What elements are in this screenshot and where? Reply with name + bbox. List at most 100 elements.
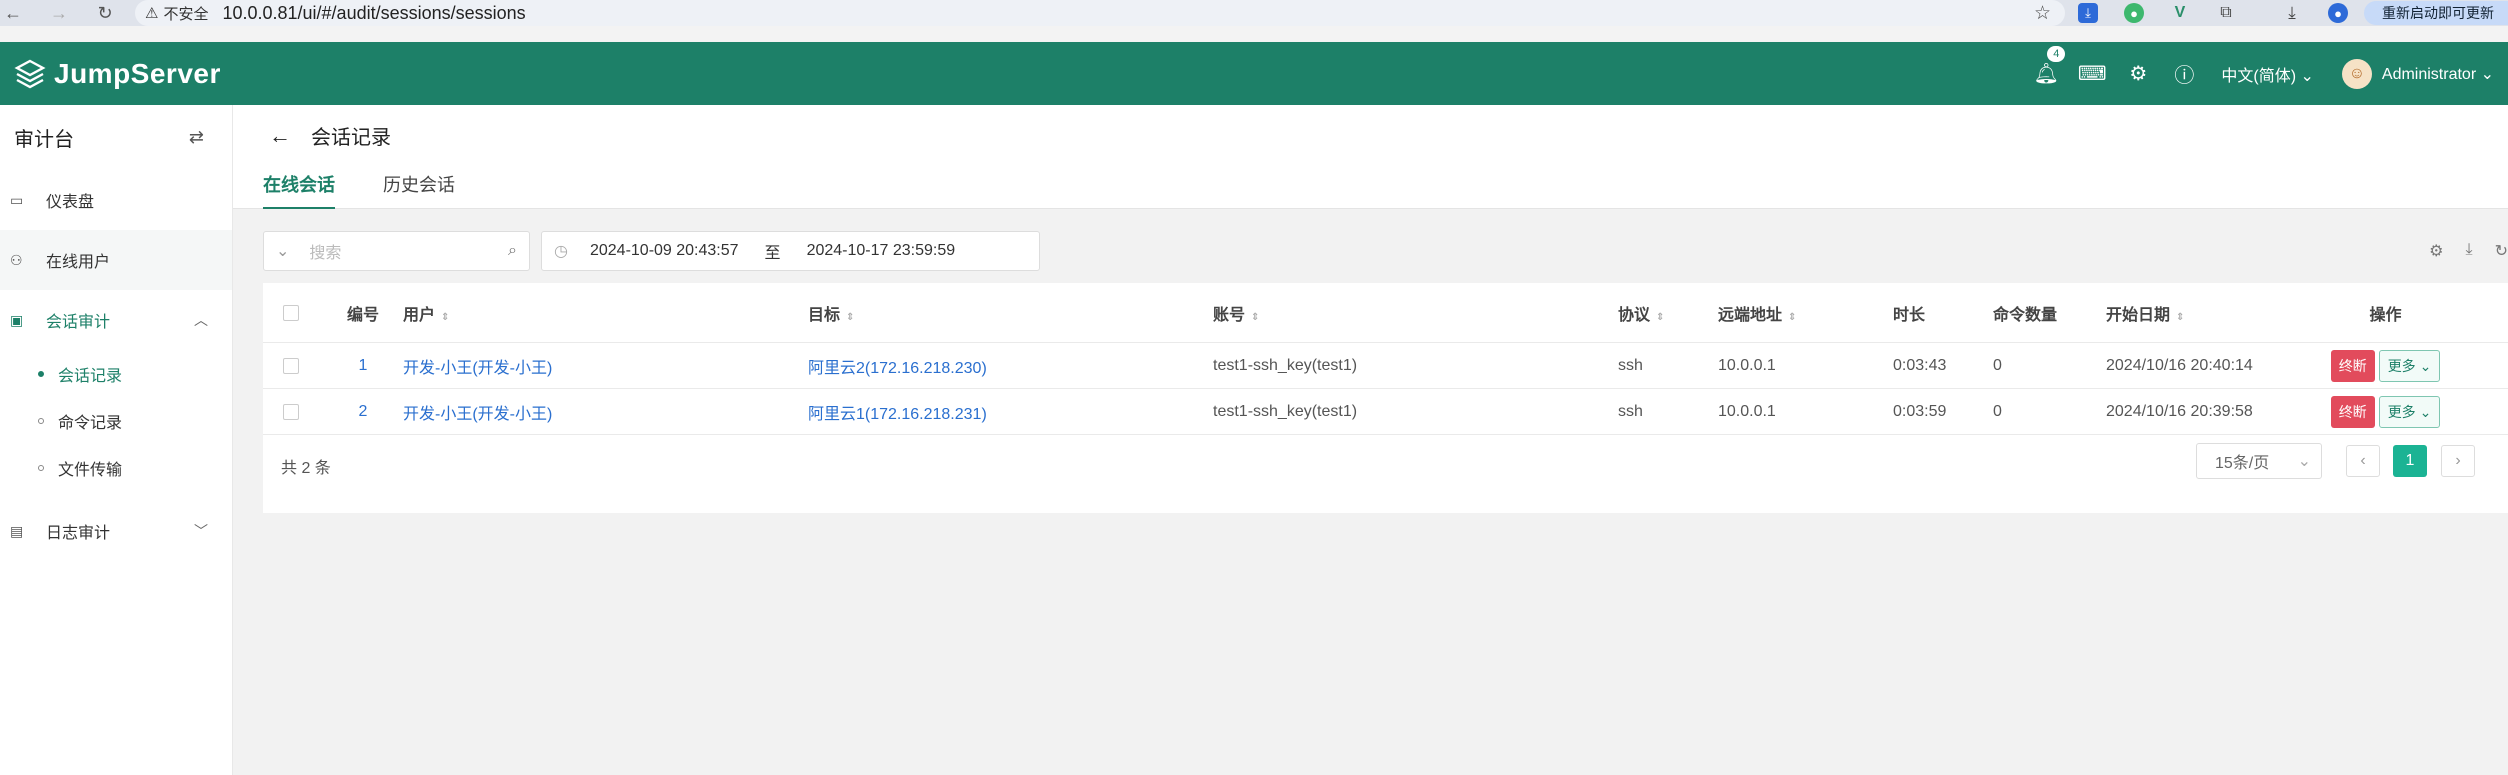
tab-history-sessions[interactable]: 历史会话 [383, 171, 455, 209]
sidebar-item-label: 仪表盘 [46, 194, 95, 211]
reload-icon[interactable]: ↻ [92, 0, 118, 26]
header-user[interactable]: 用户 [403, 307, 435, 324]
extension-green-icon[interactable]: ● [2124, 3, 2144, 23]
back-icon[interactable]: ← [0, 0, 26, 26]
vue-extension-icon[interactable]: V [2170, 3, 2190, 23]
security-indicator[interactable]: ⚠ 不安全 [145, 3, 208, 24]
chevron-down-icon: ﹀ [194, 523, 208, 539]
logo[interactable]: JumpServer [14, 58, 221, 90]
sidebar-item-label: 日志审计 [46, 525, 111, 542]
sort-icon[interactable]: ⇕ [441, 312, 449, 323]
next-page-button[interactable]: › [2441, 445, 2475, 477]
bookmark-star-icon[interactable]: ☆ [2034, 2, 2051, 25]
terminate-button[interactable]: 终断 [2330, 349, 2375, 382]
date-range-picker[interactable]: ◷ 2024-10-09 20:43:57 至 2024-10-17 23:59… [541, 231, 1040, 271]
date-from[interactable]: 2024-10-09 20:43:57 [590, 242, 739, 260]
export-icon[interactable]: ⤓ [2466, 241, 2473, 261]
terminal-icon[interactable]: ⌨ [2069, 42, 2115, 105]
header-account[interactable]: 账号 [1213, 307, 1245, 324]
sidebar-item-online-users[interactable]: ⚇ 在线用户 [0, 230, 232, 290]
row-start: 2024/10/16 20:40:14 [2106, 356, 2253, 374]
notification-badge: 4 [2047, 46, 2066, 62]
more-dropdown[interactable]: 更多 ⌄ [2378, 395, 2441, 428]
page-header: ← 会话记录 在线会话 历史会话 [233, 105, 2508, 209]
sort-icon[interactable]: ⇕ [1251, 312, 1259, 323]
filter-chevron-icon: ⌄ [276, 243, 290, 260]
language-selector[interactable]: 中文(简体) ⌄ [2221, 62, 2314, 86]
settings-icon[interactable]: ⚙ [2429, 241, 2443, 261]
row-user[interactable]: 开发-小王(开发-小王) [403, 400, 808, 424]
header-target[interactable]: 目标 [808, 307, 840, 324]
row-checkbox[interactable] [283, 357, 299, 374]
downloads-icon[interactable]: ⤓ [2282, 3, 2302, 23]
sidebar-item-log-audit[interactable]: ▤ 日志审计 ﹀ [0, 501, 232, 561]
avatar[interactable]: ☺ [2341, 58, 2372, 89]
row-commands: 0 [1993, 402, 2002, 420]
url-text[interactable]: 10.0.0.81/ui/#/audit/sessions/sessions [222, 3, 525, 24]
current-page-button[interactable]: 1 [2393, 445, 2427, 477]
help-icon[interactable]: ⓘ [2161, 42, 2207, 105]
row-user[interactable]: 开发-小王(开发-小王) [403, 354, 808, 378]
user-menu[interactable]: Administrator ⌄ [2382, 64, 2494, 84]
logo-icon [14, 59, 46, 88]
date-to[interactable]: 2024-10-17 23:59:59 [807, 242, 956, 260]
main-content: ← 会话记录 在线会话 历史会话 ⌄ 搜索 ⌕ ◷ 2024-10-09 20:… [233, 105, 2508, 775]
row-account: test1-ssh_key(test1) [1213, 402, 1358, 420]
switch-view-icon[interactable]: ⇄ [189, 127, 204, 148]
sidebar-subitem-session-records[interactable]: 会话记录 [0, 350, 232, 397]
prev-page-button[interactable]: ‹ [2346, 445, 2380, 477]
row-target[interactable]: 阿里云1(172.16.218.231) [808, 400, 1213, 424]
update-button[interactable]: 重新启动即可更新 [2364, 1, 2508, 25]
sort-icon[interactable]: ⇕ [1656, 312, 1664, 323]
header-index: 编号 [346, 306, 379, 324]
sidebar-subitem-file-transfer[interactable]: 文件传输 [0, 444, 232, 491]
chevron-down-icon: ⌄ [2297, 453, 2311, 470]
sort-icon[interactable]: ⇕ [2176, 312, 2184, 323]
row-index[interactable]: 2 [323, 403, 403, 421]
header-duration: 时长 [1893, 306, 1926, 324]
address-bar[interactable]: ⚠ 不安全 10.0.0.81/ui/#/audit/sessions/sess… [135, 0, 2065, 26]
sessions-table: 编号 用户 ⇕ 目标 ⇕ 账号 ⇕ 协议 ⇕ 远端地址 ⇕ 时长 命令数量 开始日期 ⇕ 操… [263, 283, 2508, 513]
tab-online-sessions[interactable]: 在线会话 [263, 171, 335, 209]
terminate-button[interactable]: 终断 [2330, 395, 2375, 428]
row-checkbox[interactable] [283, 403, 299, 420]
row-target[interactable]: 阿里云2(172.16.218.230) [808, 354, 1213, 378]
bell-icon[interactable]: 🔔︎ 4 [2023, 42, 2069, 105]
document-icon: ▤ [10, 522, 24, 539]
pagination-bar: 共 2 条 15条/页 ⌄ ‹ 1 › [263, 443, 2508, 489]
sidebar-subitem-label: 命令记录 [58, 414, 123, 432]
app-header: JumpServer 🔔︎ 4 ⌨ ⚙ ⓘ 中文(简体) ⌄ ☺ Administ… [0, 42, 2508, 105]
sort-icon[interactable]: ⇕ [846, 312, 854, 323]
sidebar-item-dashboard[interactable]: ▭ 仪表盘 [0, 170, 232, 230]
header-start[interactable]: 开始日期 [2106, 307, 2170, 324]
select-all-checkbox[interactable] [283, 304, 299, 321]
more-dropdown[interactable]: 更多 ⌄ [2378, 349, 2441, 382]
sidebar-subitem-command-records[interactable]: 命令记录 [0, 397, 232, 444]
page-size-label: 15条/页 [2215, 455, 2270, 472]
search-placeholder: 搜索 [309, 245, 342, 262]
users-icon: ⚇ [10, 251, 23, 268]
table-row: 2 开发-小王(开发-小王) 阿里云1(172.16.218.231) test… [263, 389, 2508, 435]
more-label: 更多 [2387, 403, 2416, 420]
header-remote[interactable]: 远端地址 [1718, 307, 1782, 324]
forward-icon[interactable]: → [46, 0, 72, 26]
page-size-select[interactable]: 15条/页 ⌄ [2196, 443, 2322, 479]
filter-toolbar: ⌄ 搜索 ⌕ ◷ 2024-10-09 20:43:57 至 2024-10-1… [263, 227, 2508, 271]
download-extension-icon[interactable]: ⤓ [2078, 3, 2098, 23]
more-label: 更多 [2387, 357, 2416, 374]
header-actions: 操作 [2369, 306, 2402, 324]
sidebar-item-session-audit[interactable]: ▣ 会话审计 ︿ [0, 290, 232, 350]
row-duration: 0:03:59 [1893, 402, 1947, 420]
row-remote: 10.0.0.1 [1718, 402, 1776, 420]
gear-icon[interactable]: ⚙ [2115, 42, 2161, 105]
profile-icon[interactable]: ● [2328, 3, 2348, 23]
search-input[interactable]: ⌄ 搜索 ⌕ [263, 231, 530, 271]
back-arrow-icon[interactable]: ← [269, 123, 291, 149]
monitor-icon: ▣ [10, 311, 24, 328]
header-protocol[interactable]: 协议 [1618, 307, 1650, 324]
row-index[interactable]: 1 [323, 357, 403, 375]
extensions-puzzle-icon[interactable]: ⧉ [2216, 3, 2236, 23]
refresh-icon[interactable]: ↻ [2495, 241, 2508, 261]
sort-icon[interactable]: ⇕ [1788, 312, 1796, 323]
row-duration: 0:03:43 [1893, 356, 1947, 374]
